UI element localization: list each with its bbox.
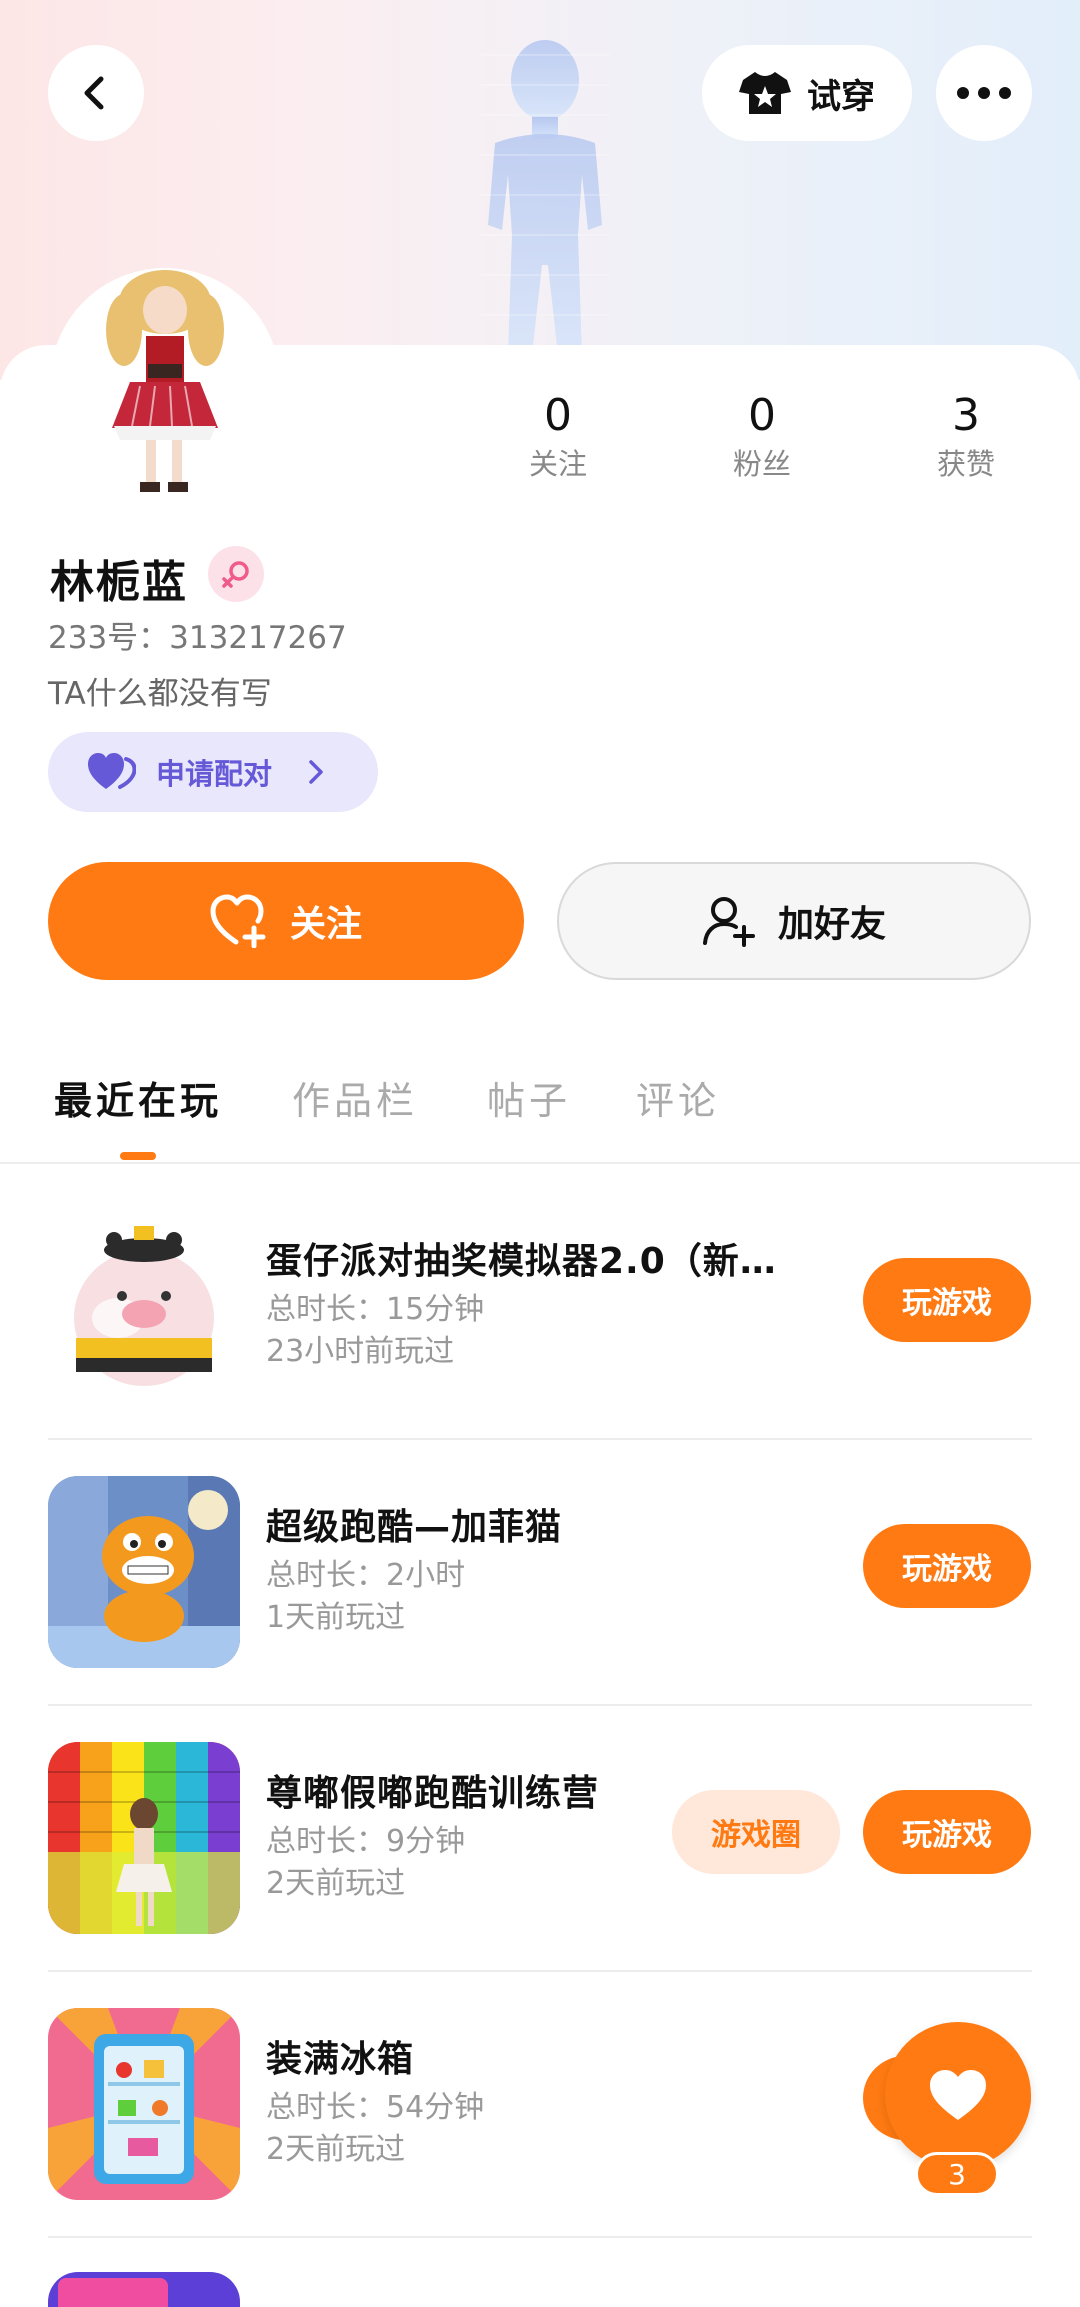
profile-tabs: 最近在玩 作品栏 帖子 评论 <box>0 1060 1080 1164</box>
tab-posts[interactable]: 帖子 <box>487 1070 571 1125</box>
game-circle-button[interactable]: 游戏圈 <box>672 1790 840 1874</box>
game-duration: 总时长：2小时 <box>266 1558 466 1593</box>
user-plus-icon <box>702 897 755 947</box>
stat-likes[interactable]: 3 获赞 <box>906 390 1026 484</box>
heart-icon <box>930 2070 986 2120</box>
game-title: 超级跑酷—加菲猫 <box>266 1507 563 1548</box>
like-count-badge: 3 <box>915 2152 999 2196</box>
apply-pair-label: 申请配对 <box>156 757 273 791</box>
play-game-button[interactable]: 玩游戏 <box>863 1258 1031 1342</box>
like-fab-button[interactable] <box>885 2022 1031 2168</box>
ellipsis-icon <box>957 87 1011 99</box>
stat-value: 3 <box>952 390 980 441</box>
divider <box>48 2236 1032 2238</box>
heart-pair-icon <box>88 753 136 789</box>
gender-badge <box>208 546 264 602</box>
game-last-played: 2天前玩过 <box>266 1866 406 1901</box>
game-duration: 总时长：15分钟 <box>266 1292 485 1327</box>
game-last-played: 1天前玩过 <box>266 1600 406 1635</box>
game-icon <box>48 1476 240 1668</box>
game-icon <box>48 2272 240 2307</box>
stat-value: 0 <box>748 390 776 441</box>
list-item[interactable]: 超级跑酷—加菲猫 总时长：2小时 1天前玩过 玩游戏 <box>0 1440 1080 1706</box>
stat-label: 关注 <box>528 447 587 481</box>
try-on-label: 试穿 <box>807 76 875 117</box>
follow-button[interactable]: 关注 <box>48 862 524 980</box>
play-game-button[interactable]: 玩游戏 <box>863 1790 1031 1874</box>
play-game-button[interactable]: 玩游戏 <box>863 1524 1031 1608</box>
avatar[interactable] <box>80 268 250 500</box>
apply-pair-button[interactable]: 申请配对 <box>48 732 378 812</box>
shirt-star-icon <box>739 72 791 114</box>
stat-value: 0 <box>544 390 572 441</box>
female-icon <box>222 561 249 588</box>
user-id: 233号：313217267 <box>48 620 347 656</box>
active-tab-indicator <box>120 1152 156 1160</box>
try-on-button[interactable]: 试穿 <box>702 45 912 141</box>
stat-followers[interactable]: 0 粉丝 <box>702 390 822 484</box>
game-title: 尊嘟假嘟跑酷训练营 <box>266 1773 600 1814</box>
back-button[interactable] <box>48 45 144 141</box>
tab-works[interactable]: 作品栏 <box>292 1070 418 1125</box>
game-duration: 总时长：9分钟 <box>266 1824 466 1859</box>
game-icon <box>48 1210 240 1402</box>
tab-recent-played[interactable]: 最近在玩 <box>54 1070 222 1125</box>
game-icon <box>48 1742 240 1934</box>
tab-comments[interactable]: 评论 <box>636 1070 720 1125</box>
game-icon <box>48 2008 240 2200</box>
add-friend-label: 加好友 <box>777 904 886 945</box>
game-duration: 总时长：54分钟 <box>266 2090 485 2125</box>
follow-label: 关注 <box>289 904 362 945</box>
stat-label: 粉丝 <box>732 447 791 481</box>
user-name: 林栀蓝 <box>50 557 188 608</box>
chevron-right-icon <box>309 760 323 784</box>
game-last-played: 23小时前玩过 <box>266 1334 455 1369</box>
heart-plus-icon <box>210 894 266 948</box>
more-button[interactable] <box>936 45 1032 141</box>
game-title: 蛋仔派对抽奖模拟器2.0（新… <box>266 1241 777 1282</box>
list-item[interactable]: 尊嘟假嘟跑酷训练营 总时长：9分钟 2天前玩过 游戏圈 玩游戏 <box>0 1706 1080 1972</box>
stat-following[interactable]: 0 关注 <box>498 390 618 484</box>
user-bio: TA什么都没有写 <box>48 676 272 712</box>
game-last-played: 2天前玩过 <box>266 2132 406 2167</box>
game-title: 装满冰箱 <box>266 2039 415 2080</box>
add-friend-button[interactable]: 加好友 <box>557 862 1031 980</box>
chevron-left-icon <box>84 76 104 110</box>
list-item[interactable]: 蛋仔派对抽奖模拟器2.0（新… 总时长：15分钟 23小时前玩过 玩游戏 <box>0 1174 1080 1440</box>
stat-label: 获赞 <box>936 447 995 481</box>
hologram-avatar-figure <box>480 40 610 355</box>
